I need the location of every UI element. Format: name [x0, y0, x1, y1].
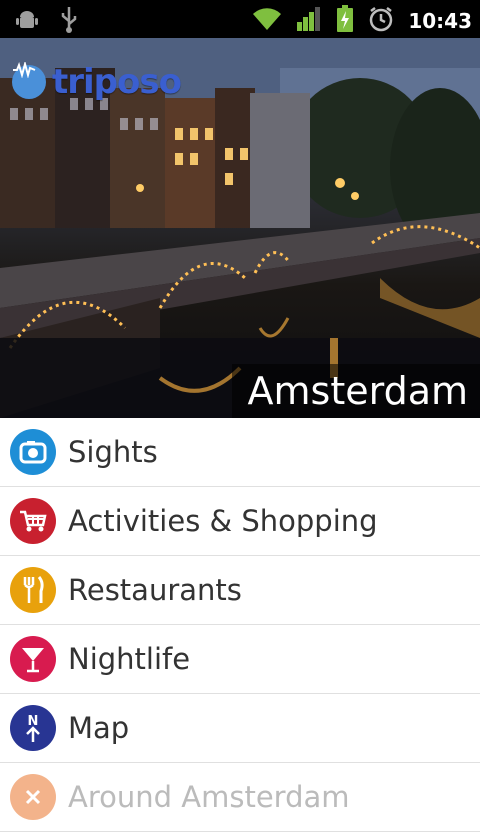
menu-item-nightlife[interactable]: Nightlife: [0, 625, 480, 694]
menu-item-restaurants[interactable]: Restaurants: [0, 556, 480, 625]
android-debug-icon: [16, 9, 38, 35]
menu-item-label: Activities & Shopping: [68, 504, 378, 538]
logo-text: triposo: [52, 62, 182, 102]
wifi-icon: [252, 6, 282, 36]
camera-icon: [10, 429, 56, 475]
menu-item-label: Around Amsterdam: [68, 780, 350, 814]
logo-wave-icon: [12, 62, 46, 99]
alarm-icon: [368, 6, 394, 36]
category-list: Sights Activities & Shopping Restaurants: [0, 418, 480, 832]
menu-item-map[interactable]: N Map: [0, 694, 480, 763]
signal-icon: [296, 6, 322, 36]
menu-item-activities-shopping[interactable]: Activities & Shopping: [0, 487, 480, 556]
battery-charging-icon: [336, 5, 354, 37]
fork-knife-icon: [10, 567, 56, 613]
menu-item-sights[interactable]: Sights: [0, 418, 480, 487]
menu-item-around-amsterdam[interactable]: Around Amsterdam: [0, 763, 480, 832]
menu-item-label: Map: [68, 711, 130, 745]
city-hero-image[interactable]: triposo Amsterdam: [0, 38, 480, 418]
around-icon: [10, 774, 56, 820]
triposo-logo: triposo: [12, 62, 182, 102]
usb-icon: [60, 7, 78, 37]
menu-item-label: Restaurants: [68, 573, 242, 607]
city-title: Amsterdam: [231, 364, 480, 418]
cocktail-icon: [10, 636, 56, 682]
menu-item-label: Sights: [68, 435, 158, 469]
menu-item-label: Nightlife: [68, 642, 191, 676]
status-bar: 10:43: [0, 0, 480, 38]
north-arrow-icon: N: [10, 705, 56, 751]
shopping-cart-icon: [10, 498, 56, 544]
clock-time: 10:43: [408, 9, 472, 33]
